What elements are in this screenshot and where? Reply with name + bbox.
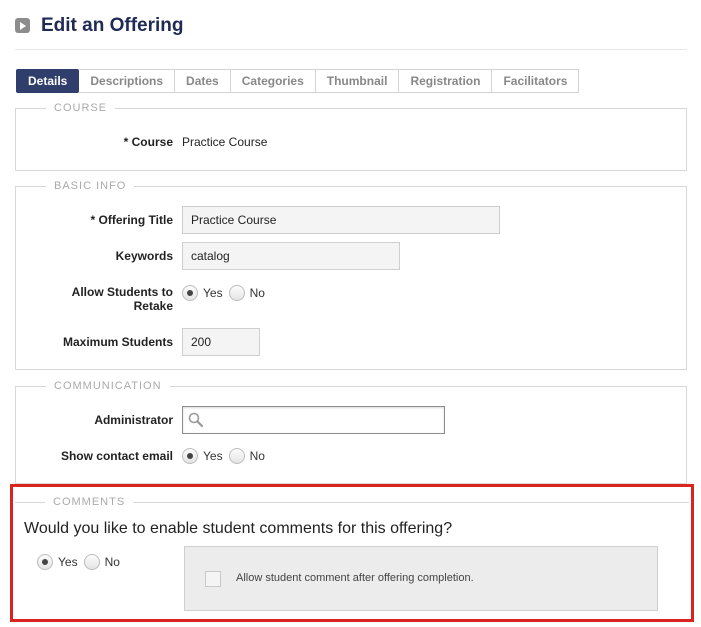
- comments-yes-label: Yes: [58, 555, 78, 569]
- play-icon: [15, 18, 30, 33]
- course-label: * Course: [123, 135, 173, 149]
- retake-radio-group: Yes No: [182, 285, 271, 301]
- retake-no-label: No: [249, 286, 265, 300]
- section-legend-course: COURSE: [46, 102, 116, 114]
- tab-categories[interactable]: Categories: [230, 69, 316, 93]
- keywords-input[interactable]: catalog: [182, 242, 400, 270]
- contact-email-radio-group: Yes No: [182, 448, 271, 464]
- search-icon: [188, 412, 204, 428]
- tab-descriptions[interactable]: Descriptions: [79, 69, 176, 93]
- tab-registration[interactable]: Registration: [399, 69, 493, 93]
- course-value: Practice Course: [182, 135, 268, 149]
- keywords-label: Keywords: [115, 249, 173, 263]
- tab-dates[interactable]: Dates: [175, 69, 231, 93]
- retake-label-line2: Retake: [133, 299, 173, 313]
- show-contact-email-label: Show contact email: [60, 449, 173, 463]
- course-section: COURSE * Course Practice Course: [15, 102, 687, 171]
- retake-yes-radio[interactable]: [182, 285, 198, 301]
- administrator-label: Administrator: [94, 413, 173, 427]
- contact-email-yes-radio[interactable]: [182, 448, 198, 464]
- section-legend-basic-info: BASIC INFO: [46, 180, 135, 192]
- tab-bar: Details Descriptions Dates Categories Th…: [16, 69, 580, 93]
- retake-label: Allow Students to Retake: [72, 285, 173, 313]
- offering-title-input[interactable]: Practice Course: [182, 206, 500, 234]
- section-legend-communication: COMMUNICATION: [46, 380, 170, 392]
- page-header: Edit an Offering: [15, 14, 687, 50]
- comments-highlight: COMMENTS Would you like to enable studen…: [10, 484, 694, 622]
- comments-yes-radio[interactable]: [37, 554, 53, 570]
- comment-after-completion-label: Allow student comment after offering com…: [236, 572, 474, 584]
- tab-facilitators[interactable]: Facilitators: [492, 69, 580, 93]
- contact-email-no-radio[interactable]: [228, 448, 245, 464]
- offering-title-label: * Offering Title: [90, 213, 173, 227]
- basic-info-section: BASIC INFO * Offering Title Practice Cou…: [15, 180, 687, 370]
- max-students-label: Maximum Students: [62, 335, 173, 349]
- communication-section: COMMUNICATION Administrator Show contact…: [15, 380, 687, 484]
- page-title: Edit an Offering: [41, 15, 184, 36]
- contact-email-no-label: No: [249, 449, 265, 463]
- comments-radio-group: Yes No: [37, 554, 126, 570]
- comment-after-completion-box: Allow student comment after offering com…: [184, 546, 658, 611]
- comments-question: Would you like to enable student comment…: [24, 520, 453, 537]
- section-legend-comments: COMMENTS: [45, 496, 134, 508]
- retake-label-line1: Allow Students to: [71, 285, 173, 299]
- max-students-input[interactable]: 200: [182, 328, 260, 356]
- comments-no-radio[interactable]: [83, 554, 100, 570]
- contact-email-yes-label: Yes: [203, 449, 223, 463]
- tab-details[interactable]: Details: [16, 69, 80, 93]
- administrator-search-input[interactable]: [182, 406, 445, 434]
- retake-no-radio[interactable]: [228, 285, 245, 301]
- tab-thumbnail[interactable]: Thumbnail: [315, 69, 400, 93]
- retake-yes-label: Yes: [203, 286, 223, 300]
- comment-after-completion-checkbox[interactable]: [205, 571, 221, 587]
- comments-no-label: No: [104, 555, 120, 569]
